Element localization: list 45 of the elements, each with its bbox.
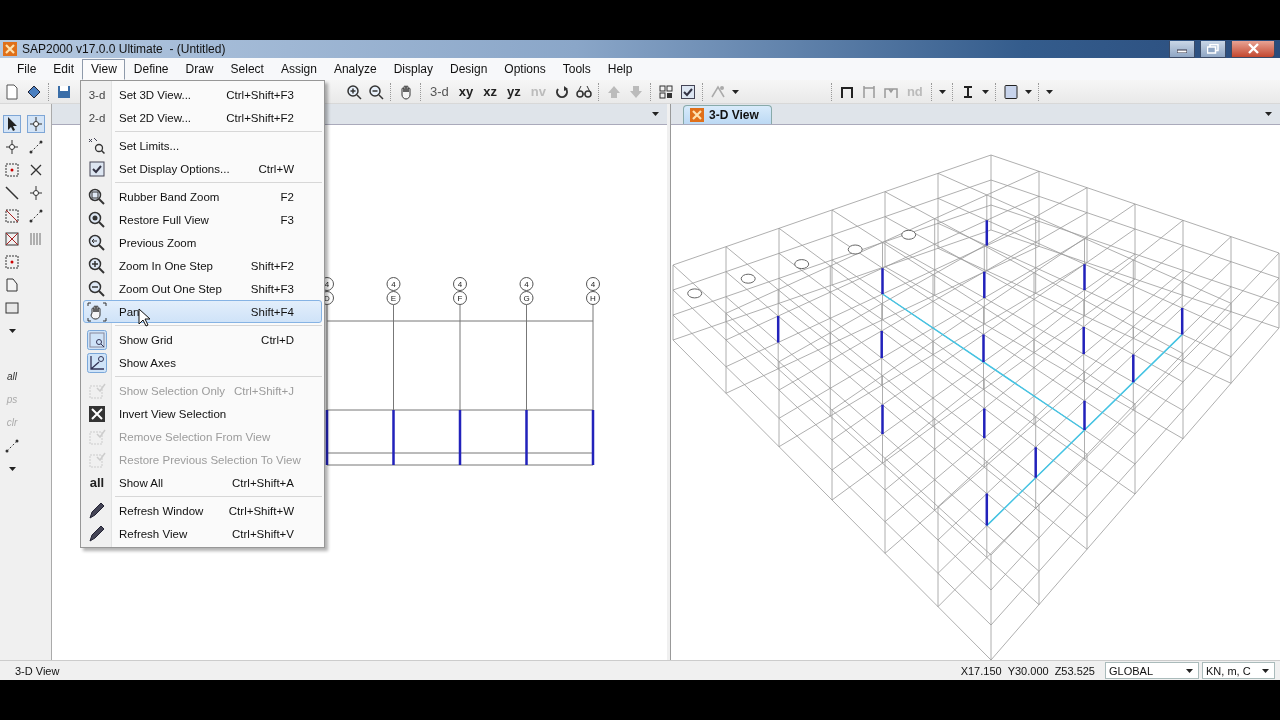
menu-icon-text: all — [89, 475, 105, 490]
menu-item[interactable]: 2-d Set 2D View... Ctrl+Shift+F2 — [83, 106, 322, 129]
menu-item[interactable]: Set Display Options... Ctrl+W — [83, 157, 322, 180]
coordinate-system-dropdown[interactable]: GLOBAL — [1105, 662, 1199, 679]
menu-item[interactable]: Set Limits... — [83, 134, 322, 157]
view-button[interactable]: xz — [481, 84, 499, 99]
menu-bar-item[interactable]: Tools — [553, 58, 599, 80]
menu-bar-item[interactable]: View — [82, 58, 125, 80]
menu-item[interactable]: Invert View Selection — [83, 402, 322, 425]
menu-bar-item[interactable]: Select — [221, 58, 272, 80]
menu-icon-text: 2-d — [88, 111, 106, 124]
view-button[interactable]: 3-d — [428, 84, 451, 99]
menu-bar-item[interactable]: Help — [598, 58, 641, 80]
menu-item[interactable]: all Show All Ctrl+Shift+A — [83, 471, 322, 494]
menu-item[interactable]: Refresh View Ctrl+Shift+V — [83, 522, 322, 545]
menu-bar-item[interactable]: File — [8, 58, 45, 80]
menu-icon-text: 3-d — [88, 88, 106, 101]
coordinate-readout: Z53.525 — [1054, 664, 1095, 677]
menu-item[interactable]: Zoom In One Step Shift+F2 — [83, 254, 322, 277]
menu-item[interactable]: Restore Full View F3 — [83, 208, 322, 231]
menu-bar-item[interactable]: Draw — [176, 58, 222, 80]
view-button[interactable]: yz — [505, 84, 523, 99]
menu-item[interactable]: Previous Zoom — [83, 231, 322, 254]
menu-bar-item[interactable]: Display — [384, 58, 441, 80]
menu-item[interactable]: Pan Shift+F4 — [83, 300, 322, 323]
menu-item[interactable]: Refresh Window Ctrl+Shift+W — [83, 499, 322, 522]
menu-item[interactable]: Show Axes — [83, 351, 322, 374]
view-tab[interactable]: 3-D View — [683, 105, 772, 124]
menu-bar-item[interactable]: Edit — [44, 58, 83, 80]
coordinate-readout: Y30.000 — [1007, 664, 1049, 677]
menu-bar-item[interactable]: Analyze — [324, 58, 385, 80]
menu-bar-item[interactable]: Options — [495, 58, 554, 80]
menu-item[interactable]: 3-d Set 3D View... Ctrl+Shift+F3 — [83, 83, 322, 106]
units-dropdown[interactable]: KN, m, C — [1202, 662, 1275, 679]
menu-bar-item[interactable]: Define — [124, 58, 177, 80]
menu-bar-item[interactable]: Assign — [271, 58, 325, 80]
menu-item[interactable]: Rubber Band Zoom F2 — [83, 185, 322, 208]
window-title: SAP2000 v17.0.0 Ultimate - (Untitled) — [22, 42, 226, 56]
menu-bar-item[interactable]: Design — [441, 58, 496, 80]
menu-item[interactable]: Zoom Out One Step Shift+F3 — [83, 277, 322, 300]
menu-item[interactable]: Show Grid Ctrl+D — [83, 328, 322, 351]
view-button[interactable]: xy — [456, 84, 476, 99]
coordinate-readout: X17.150 — [960, 664, 1002, 677]
status-text: 3-D View — [14, 664, 60, 677]
select-button[interactable]: all — [7, 371, 17, 382]
